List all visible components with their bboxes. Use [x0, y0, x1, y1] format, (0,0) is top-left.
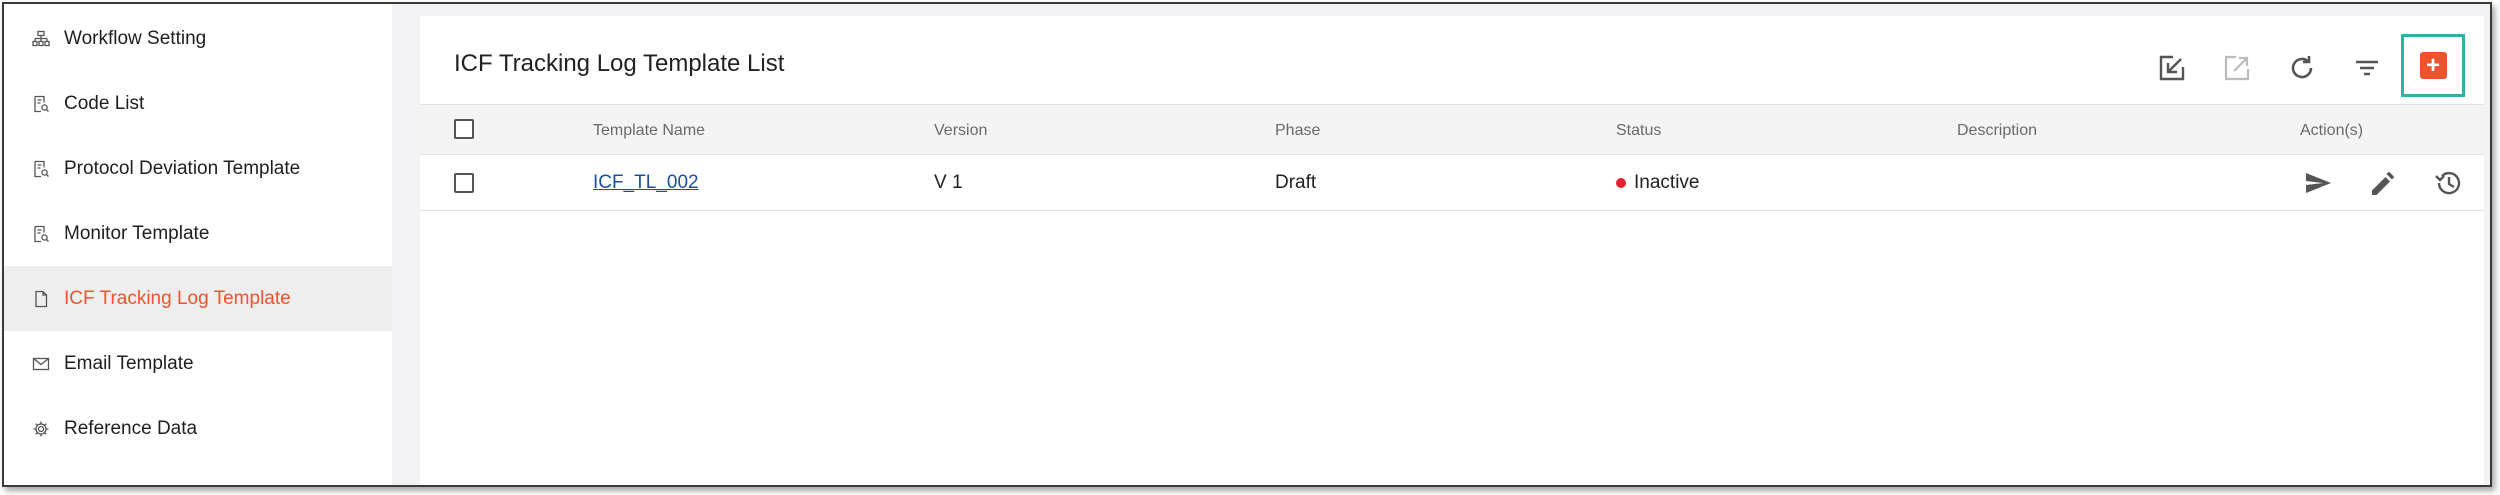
template-name-cell: ICF_TL_002 — [593, 155, 699, 211]
gear-icon — [32, 420, 50, 438]
status-dot — [1616, 178, 1626, 188]
column-header-version[interactable]: Version — [934, 105, 987, 156]
add-button-highlight[interactable]: + — [2401, 34, 2465, 97]
workflow-icon — [32, 30, 50, 48]
sidebar-item-monitor-template[interactable]: Monitor Template — [4, 201, 392, 266]
refresh-button[interactable] — [2280, 46, 2324, 90]
app-frame: Workflow Setting Code List Protocol Devi… — [2, 2, 2492, 487]
column-header-phase[interactable]: Phase — [1275, 105, 1320, 156]
row-checkbox[interactable] — [454, 173, 474, 193]
history-icon — [2435, 171, 2461, 195]
file-icon — [32, 290, 50, 308]
refresh-icon — [2291, 56, 2313, 79]
sidebar-item-icf-tracking-log-template[interactable]: ICF Tracking Log Template — [4, 266, 392, 331]
table-header: Template Name Version Phase Status Descr… — [420, 104, 2484, 155]
main-panel: ICF Tracking Log Template List + Templat… — [420, 16, 2484, 485]
sidebar-item-label: ICF Tracking Log Template — [64, 287, 291, 309]
sidebar-item-label: Reference Data — [64, 417, 198, 439]
edit-icon — [2372, 172, 2394, 195]
sidebar: Workflow Setting Code List Protocol Devi… — [4, 4, 392, 485]
filter-icon — [2356, 60, 2378, 76]
column-header-template-name[interactable]: Template Name — [593, 105, 705, 156]
sidebar-item-label: Code List — [64, 92, 145, 114]
sidebar-item-label: Monitor Template — [64, 222, 210, 244]
import-icon — [2159, 55, 2185, 81]
send-icon — [2306, 173, 2331, 193]
document-search-icon — [32, 95, 50, 113]
export-icon — [2224, 55, 2250, 81]
history-button[interactable] — [2428, 163, 2468, 203]
phase-cell: Draft — [1275, 172, 1317, 193]
import-button[interactable] — [2150, 46, 2194, 90]
template-name-link[interactable]: ICF_TL_002 — [593, 172, 699, 194]
sidebar-item-reference-data[interactable]: Reference Data — [4, 396, 392, 461]
status-cell: Inactive — [1616, 155, 1699, 211]
export-button[interactable] — [2215, 46, 2259, 90]
document-search-icon — [32, 225, 50, 243]
column-header-description[interactable]: Description — [1957, 105, 2037, 156]
select-all-checkbox[interactable] — [454, 119, 474, 139]
version-cell: V 1 — [934, 172, 963, 193]
edit-button[interactable] — [2363, 163, 2403, 203]
filter-button[interactable] — [2345, 46, 2389, 90]
sidebar-item-email-template[interactable]: Email Template — [4, 331, 392, 396]
sidebar-item-protocol-deviation-template[interactable]: Protocol Deviation Template — [4, 136, 392, 201]
table-row: ICF_TL_002 V 1 Draft Inactive — [420, 155, 2484, 211]
column-header-status[interactable]: Status — [1616, 105, 1661, 156]
sidebar-item-label: Protocol Deviation Template — [64, 157, 301, 179]
add-icon[interactable]: + — [2419, 52, 2447, 79]
status-badge: Inactive — [1634, 172, 1700, 193]
mail-icon — [32, 355, 50, 373]
sidebar-item-workflow-setting[interactable]: Workflow Setting — [4, 6, 392, 71]
page-title: ICF Tracking Log Template List — [454, 50, 785, 77]
send-button[interactable] — [2298, 163, 2338, 203]
sidebar-item-label: Email Template — [64, 352, 194, 374]
sidebar-item-label: Workflow Setting — [64, 27, 207, 49]
sidebar-item-code-list[interactable]: Code List — [4, 71, 392, 136]
column-header-actions: Action(s) — [2300, 121, 2364, 139]
document-search-icon — [32, 160, 50, 178]
